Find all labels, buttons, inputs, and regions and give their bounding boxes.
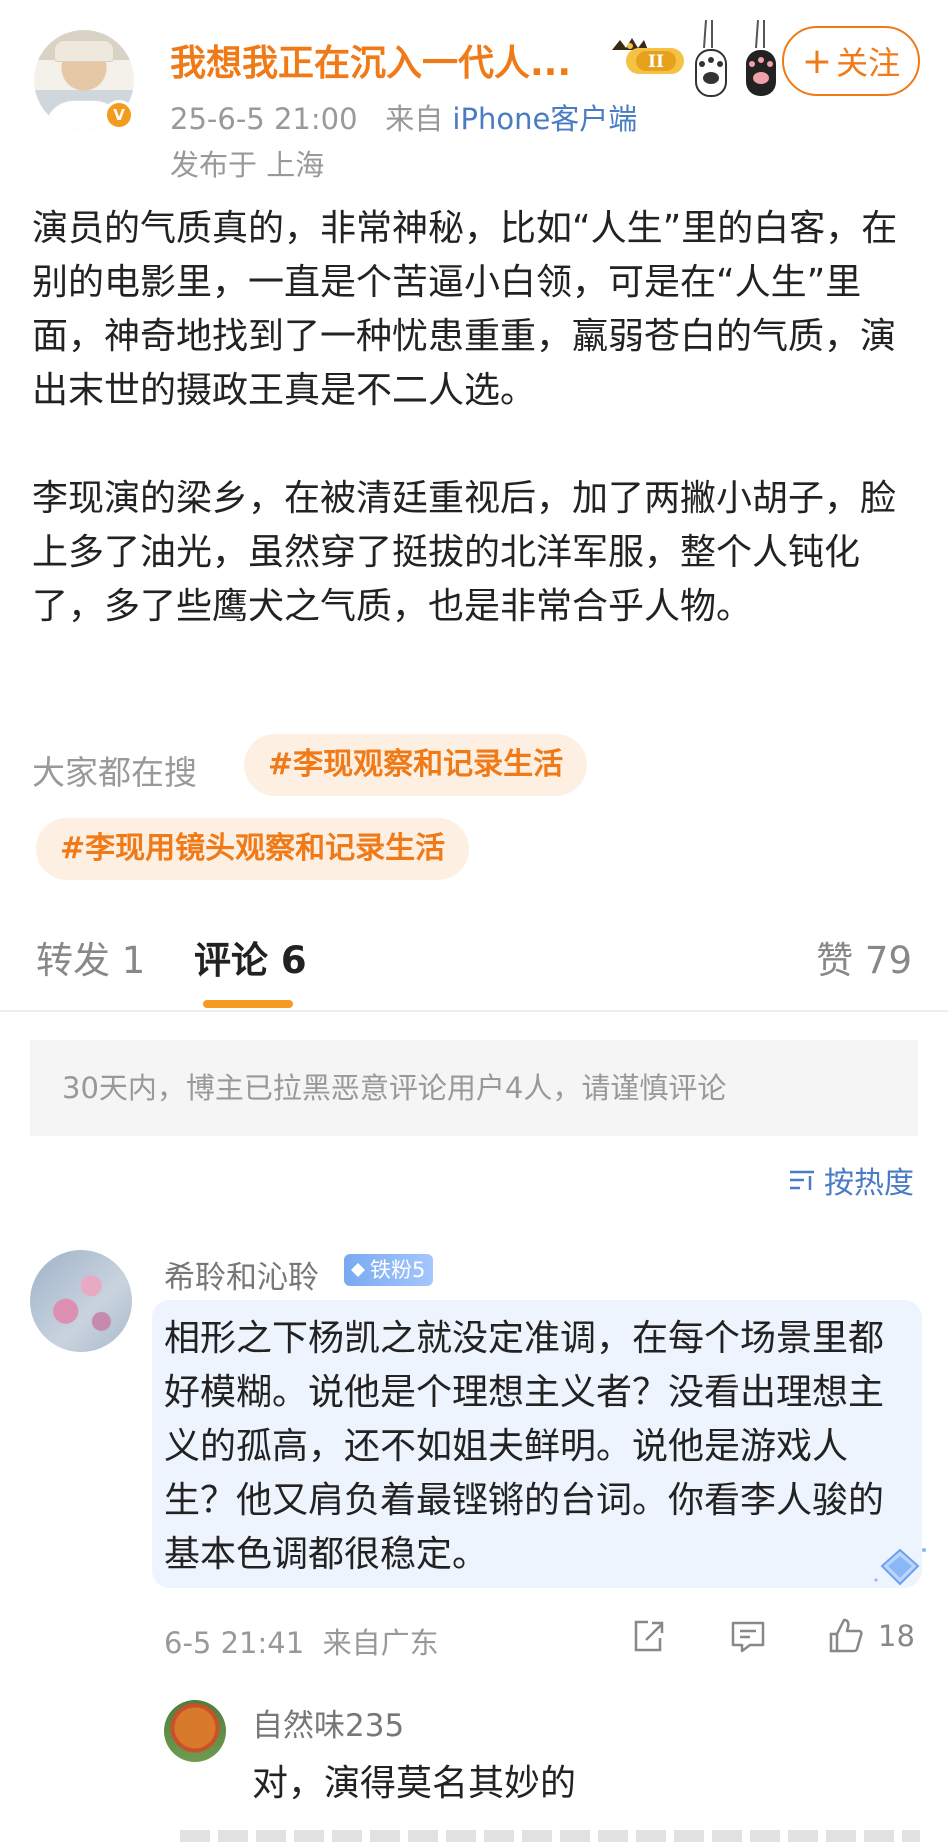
reply-button[interactable] xyxy=(728,1608,768,1664)
tab-repost[interactable]: 转发 1 xyxy=(36,930,145,984)
sort-button[interactable]: 按热度 xyxy=(788,1158,914,1202)
crown-level-icon[interactable]: II xyxy=(608,36,688,78)
reply-user-name[interactable]: 自然味235 xyxy=(252,1700,404,1745)
verified-icon: V xyxy=(104,100,134,130)
like-button[interactable]: 18 xyxy=(826,1608,915,1664)
comment-source: 来自广东 xyxy=(322,1626,439,1660)
reply-text[interactable]: 对，演得莫名其妙的 xyxy=(252,1754,576,1806)
like-icon xyxy=(829,1618,863,1653)
like-count: 18 xyxy=(878,1619,915,1653)
commenter-name[interactable]: 希聆和沁聆 xyxy=(164,1252,319,1297)
share-icon xyxy=(634,1620,664,1652)
paw-icon xyxy=(695,20,727,97)
hashtag-chip[interactable]: #李现观察和记录生活 xyxy=(244,734,588,796)
comment-icon xyxy=(731,1621,765,1653)
sort-label: 按热度 xyxy=(824,1166,914,1201)
post-date: 25-6-5 21:00 xyxy=(170,102,358,136)
post-paragraph: 李现演的梁乡，在被清廷重视后，加了两撇小胡子，脸上多了油光，虽然穿了挺拔的北洋军… xyxy=(32,478,897,627)
author-name[interactable]: 我想我正在沉入一代人... xyxy=(170,34,571,86)
interaction-tabs: 转发 1 评论 6 赞 79 xyxy=(0,920,948,1012)
svg-text:II: II xyxy=(648,52,664,72)
follow-button[interactable]: + 关注 xyxy=(782,26,920,96)
comment-meta: 6-5 21:41 来自广东 xyxy=(164,1620,439,1662)
tab-like[interactable]: 赞 79 xyxy=(816,930,912,984)
sort-icon xyxy=(790,1170,814,1190)
post-location: 发布于 上海 xyxy=(170,148,325,182)
post-source[interactable]: iPhone客户端 xyxy=(452,102,637,136)
follow-label: 关注 xyxy=(836,44,901,82)
diamond-decoration-icon xyxy=(874,1548,926,1586)
post-meta: 25-6-5 21:00 来自 iPhone客户端 xyxy=(170,96,637,138)
comment-text[interactable]: 相形之下杨凯之就没定准调，在每个场景里都好模糊。说他是个理想主义者？没看出理想主… xyxy=(164,1312,904,1582)
active-tab-indicator xyxy=(203,1000,293,1008)
comment-date: 6-5 21:41 xyxy=(164,1626,305,1660)
fan-level-badge[interactable]: 铁粉5 xyxy=(344,1254,434,1286)
divider xyxy=(0,1010,948,1012)
hashtag-chip[interactable]: #李现用镜头观察和记录生活 xyxy=(36,818,470,880)
commenter-avatar[interactable] xyxy=(30,1250,132,1352)
blocked-users-notice: 30天内，博主已拉黑恶意评论用户4人，请谨慎评论 xyxy=(30,1040,918,1136)
post-body: 演员的气质真的，非常神秘，比如“人生”里的白客，在别的电影里，一直是个苦逼小白领… xyxy=(32,202,920,688)
next-row-peek xyxy=(180,1828,920,1842)
fan-diamond-icon xyxy=(351,1263,365,1277)
post-paragraph: 演员的气质真的，非常神秘，比如“人生”里的白客，在别的电影里，一直是个苦逼小白领… xyxy=(32,208,898,411)
source-prefix: 来自 xyxy=(385,102,444,136)
fan-badge-label: 铁粉5 xyxy=(370,1258,426,1282)
hot-search-label: 大家都在搜 xyxy=(32,753,197,792)
tab-comment[interactable]: 评论 6 xyxy=(194,930,307,984)
paw-icon xyxy=(746,20,776,96)
plus-icon: + xyxy=(801,40,833,82)
reply-avatar[interactable] xyxy=(164,1700,226,1762)
share-button[interactable] xyxy=(628,1608,668,1664)
